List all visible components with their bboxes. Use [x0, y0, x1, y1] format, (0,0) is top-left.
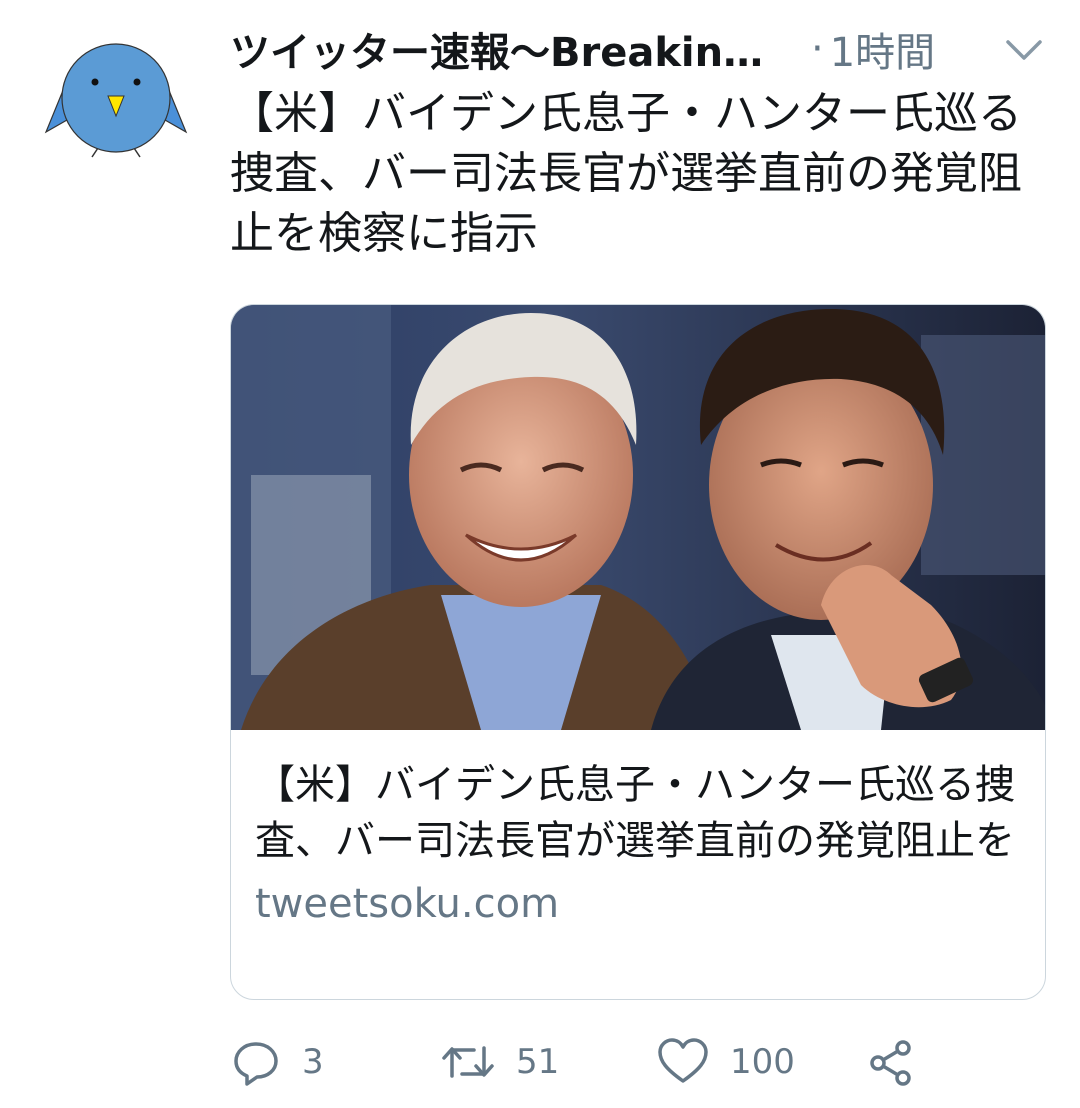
- retweet-count: 51: [516, 1042, 560, 1082]
- like-count: 100: [730, 1042, 795, 1082]
- timestamp[interactable]: 1時間: [830, 20, 935, 78]
- share-icon: [866, 1037, 916, 1087]
- card-image: [231, 305, 1045, 730]
- link-card[interactable]: 【米】バイデン氏息子・ハンター氏巡る捜査、バー司法長官が選挙直前の発覚阻止を検察…: [230, 304, 1046, 1000]
- action-bar: 3 51 100: [230, 1032, 1046, 1092]
- retweet-button[interactable]: 51: [440, 1032, 559, 1092]
- author-name[interactable]: ツイッター速報〜BreakingNews: [230, 20, 785, 78]
- separator: ·: [811, 26, 824, 72]
- tweet-header: ツイッター速報〜BreakingNews · 1時間: [230, 18, 1046, 80]
- card-domain: tweetsoku.com: [255, 881, 560, 927]
- tweet-text: 【米】バイデン氏息子・ハンター氏巡る捜査、バー司法長官が選挙直前の発覚阻止を検察…: [230, 88, 1022, 259]
- reply-icon: [230, 1036, 282, 1088]
- avatar[interactable]: [44, 40, 188, 160]
- reply-count: 3: [302, 1042, 324, 1082]
- tweet[interactable]: ツイッター速報〜BreakingNews · 1時間 【米】バイデン氏息子・ハン…: [230, 18, 1046, 1000]
- retweet-icon: [440, 1036, 496, 1088]
- like-button[interactable]: 100: [656, 1032, 795, 1092]
- card-text: 【米】バイデン氏息子・ハンター氏巡る捜査、バー司法長官が選挙直前の発覚阻止を検察…: [255, 757, 1025, 927]
- share-button[interactable]: [866, 1032, 916, 1092]
- chevron-down-icon[interactable]: [1002, 32, 1046, 66]
- blue-bird-avatar-icon: [44, 43, 188, 158]
- reply-button[interactable]: 3: [230, 1032, 324, 1092]
- heart-icon: [656, 1037, 710, 1087]
- card-title: 【米】バイデン氏息子・ハンター氏巡る捜査、バー司法長官が選挙直前の発覚阻止を検察…: [255, 762, 1015, 864]
